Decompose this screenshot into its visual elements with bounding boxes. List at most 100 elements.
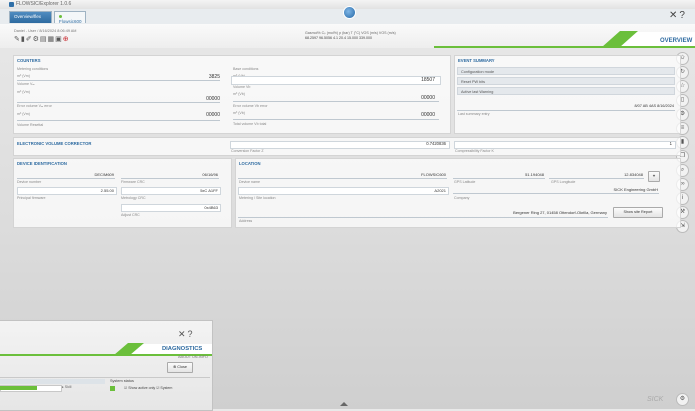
event-item[interactable]: Configuration mode xyxy=(457,67,675,75)
address-line xyxy=(238,217,608,218)
diagnostics-window-icons: ✕? xyxy=(178,329,195,340)
base-unit-3: m³ (Vb) xyxy=(233,111,245,115)
close-label: Close xyxy=(177,365,187,369)
status-ok-icon xyxy=(110,386,115,391)
meter-label: Metering / Site location xyxy=(239,196,276,200)
system-label: System xyxy=(160,386,173,390)
firmware-date-value: 06/16/96 xyxy=(202,172,218,177)
device-number-line xyxy=(17,178,115,179)
metering-error-line xyxy=(17,102,220,103)
status-dot-icon xyxy=(59,15,62,18)
stop-icon[interactable]: ⊕ xyxy=(63,36,70,43)
base-volume-value: 18507 xyxy=(421,77,435,83)
toolbar: ✎▮✐⚙▤▦▣⊕ xyxy=(14,35,70,43)
diagnostics-divider xyxy=(0,377,210,378)
edit-icon[interactable]: ✐ xyxy=(26,36,33,43)
base-unit-2: m³ (Vb) xyxy=(233,92,245,96)
window-title: FLOWSIC/Explorer 1.0.6 xyxy=(16,1,72,7)
base-error-label: Error volume Vb error xyxy=(233,104,268,108)
compressibility-value: 1 xyxy=(669,141,672,146)
metrology-crc-value: 0x4B63 xyxy=(204,205,218,210)
tools-icon[interactable]: ✕ xyxy=(178,329,188,339)
gps-lat-value: 51.194048 xyxy=(525,172,544,177)
metering-volume-label: Volume Vₘ xyxy=(17,82,35,86)
show-site-report-button[interactable]: Show site Report xyxy=(613,207,663,218)
device-name-label: Device name xyxy=(239,180,260,184)
principal-firmware-label: Principal firmware xyxy=(17,196,46,200)
progress-bar-fill xyxy=(0,386,38,390)
brand-logo: SICK xyxy=(647,396,664,403)
gps-lon-label: GPS Longitude xyxy=(551,180,576,184)
principal-firmware-value: 2.55.00 xyxy=(100,188,114,193)
gas-numbers: 68.2597 96.5056 4.1 20.4 15.000 339.000 xyxy=(305,36,372,40)
app-logo-icon xyxy=(9,2,14,7)
base-title: Base conditions xyxy=(233,67,259,71)
tab-device[interactable]: Flowsic600 - 5811168070 xyxy=(54,11,86,34)
show-active-checkbox[interactable]: ☑ Show active only ☑ System xyxy=(124,386,172,390)
close-icon: ⊗ xyxy=(173,365,177,369)
log-icon[interactable]: ▤ xyxy=(40,36,48,43)
device-number-value: DEC/M609 xyxy=(94,172,114,177)
device-name-line xyxy=(238,178,447,179)
base-total-line xyxy=(233,119,439,120)
device-title: DEVICE IDENTIFICATION xyxy=(17,161,67,166)
metering-unit-3: m³ (Vm) xyxy=(17,112,30,116)
event-item[interactable]: Active last Warning xyxy=(457,87,675,95)
top-icons: ✕? xyxy=(669,10,687,21)
tools-icon[interactable]: ✕ xyxy=(669,10,679,21)
evc-title: ELECTRONIC VOLUME CORRECTOR xyxy=(17,141,92,146)
progress-end-label: ▸ Skill xyxy=(62,385,72,389)
event-summary-title: EVENT SUMMARY xyxy=(458,58,495,63)
map-pin-icon[interactable]: ⌖ xyxy=(648,171,660,182)
metering-title: Metering conditions xyxy=(17,67,49,71)
metering-unit: m³ (Vm) xyxy=(17,74,30,78)
diagnostics-header-row xyxy=(0,379,105,384)
metering-volume-line xyxy=(17,80,220,81)
address-label: Address xyxy=(239,219,253,223)
expand-icon[interactable] xyxy=(340,402,348,406)
globe-icon[interactable] xyxy=(343,6,356,19)
metering-resettable-line xyxy=(17,120,220,121)
adjust-crc-label: Adjust CRC xyxy=(121,213,140,217)
event-item[interactable]: Reset PW bits xyxy=(457,77,675,85)
company-line xyxy=(453,193,659,194)
base-error-line xyxy=(233,101,439,102)
meter-value: A2021 xyxy=(434,188,446,193)
metering-resettable-value: 00000 xyxy=(206,112,220,118)
gps-lon-line xyxy=(549,178,644,179)
conversion-factor-label: Conversion Factor Z xyxy=(231,149,264,153)
gas-values: Gasmol% Cₚ (mol%) p (bar) T (°C) VOS (m/… xyxy=(305,31,396,41)
firmware-crc-label: Firmware CRC xyxy=(121,180,145,184)
tab-overview[interactable]: Overview/flex xyxy=(9,11,52,23)
diagnostics-title: DIAGNOSTICS xyxy=(162,346,203,352)
tab-label: Overview/flex xyxy=(14,14,42,19)
system-status-label: System status xyxy=(110,379,134,383)
company-value: SICK Engineering GmbH xyxy=(613,187,658,192)
event-last-entry-label: Last summary entry xyxy=(458,112,490,116)
base-total-label: Total volume Vb total xyxy=(233,122,267,126)
session-info: Daniel - User / 8/16/2024 8:06:49 AM xyxy=(14,29,77,33)
device-number-label: Device number xyxy=(17,180,42,184)
base-error-value: 00000 xyxy=(421,95,435,101)
conversion-factor-value: 0.7420836 xyxy=(426,141,446,146)
show-active-label: Show active only xyxy=(128,386,156,390)
header-green-band xyxy=(434,31,695,48)
help-icon[interactable]: ? xyxy=(188,329,195,339)
help-icon[interactable]: ? xyxy=(679,10,687,21)
event-timestamp-line xyxy=(457,110,675,111)
base-total-value: 00000 xyxy=(421,112,435,118)
save-icon[interactable]: ▣ xyxy=(55,36,63,43)
device-name-value: FLOWSIC600 xyxy=(421,172,446,177)
metering-volume-value: 3825 xyxy=(208,74,220,80)
param-icon[interactable]: ⚙ xyxy=(33,36,40,43)
address-value: Bergener Ring 27, 01458 Ottendorf-Okrill… xyxy=(513,210,607,215)
bottom-settings-icon[interactable]: ⚙ xyxy=(676,393,689,406)
close-button[interactable]: ⊗ Close xyxy=(167,362,193,373)
metering-error-label: Error volume Vₘ error xyxy=(17,104,52,108)
firmware-crc-value: 5xC A1FF xyxy=(200,188,218,193)
report-icon[interactable]: ▦ xyxy=(48,36,56,43)
gps-lat-line xyxy=(453,178,545,179)
counters-title: COUNTERS xyxy=(17,58,41,63)
connect-icon[interactable]: ✎ xyxy=(14,36,21,43)
event-timestamp: 8/07 AB 4AS 8/16/2024 xyxy=(634,104,674,108)
